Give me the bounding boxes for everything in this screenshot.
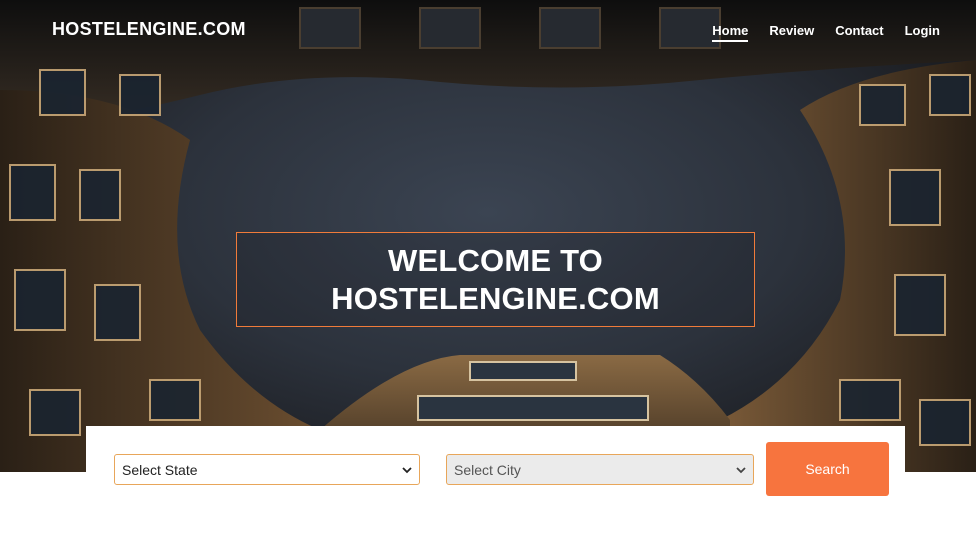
- chevron-down-icon: [736, 467, 746, 474]
- city-select[interactable]: Select City: [446, 454, 754, 485]
- nav-link-login[interactable]: Login: [905, 23, 940, 42]
- chevron-down-icon: [402, 467, 412, 474]
- state-select-value: Select State: [122, 461, 198, 478]
- welcome-line-2: HOSTELENGINE.COM: [331, 280, 660, 316]
- main-nav: Home Review Contact Login: [691, 23, 940, 42]
- hero-banner: HOSTELENGINE.COM Home Review Contact Log…: [0, 0, 976, 472]
- nav-link-review[interactable]: Review: [769, 23, 814, 42]
- brand-logo[interactable]: HOSTELENGINE.COM: [52, 19, 246, 40]
- nav-link-contact[interactable]: Contact: [835, 23, 883, 42]
- search-panel: Select State Select City Search: [86, 426, 905, 521]
- welcome-title: WELCOME TO HOSTELENGINE.COM: [331, 242, 660, 318]
- search-button[interactable]: Search: [766, 442, 889, 496]
- city-select-value: Select City: [454, 461, 521, 478]
- welcome-line-1: WELCOME TO: [388, 242, 603, 278]
- nav-link-home[interactable]: Home: [712, 23, 749, 42]
- welcome-box: WELCOME TO HOSTELENGINE.COM: [236, 232, 755, 327]
- state-select[interactable]: Select State: [114, 454, 420, 485]
